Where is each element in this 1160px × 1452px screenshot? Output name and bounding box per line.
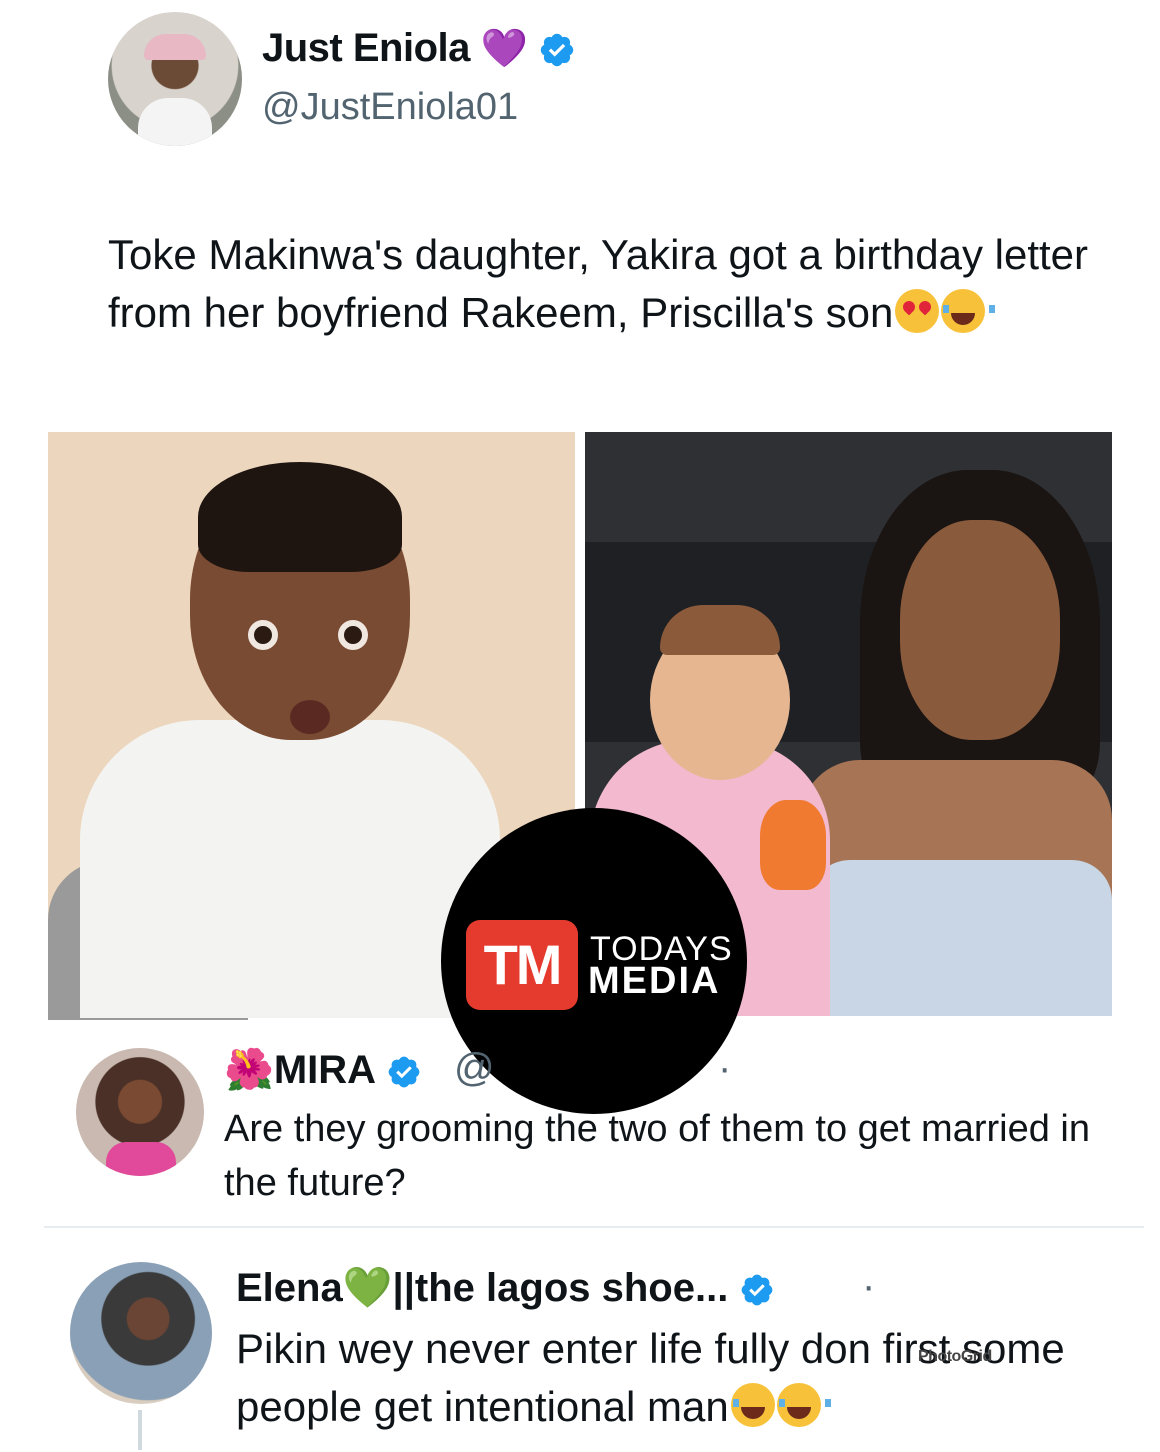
hibiscus-emoji: 🌺 <box>224 1048 274 1092</box>
reply2-separator-dot: · <box>862 1264 876 1308</box>
photo-boy-eye <box>248 620 278 650</box>
reply1-author-name[interactable]: 🌺MIRA <box>224 1046 422 1093</box>
photo-boy-eye <box>338 620 368 650</box>
photo-boy-hair <box>198 462 402 572</box>
main-tweet-text: Toke Makinwa's daughter, Yakira got a bi… <box>108 231 1089 336</box>
reply2-text: Pikin wey never enter life fully don fir… <box>236 1325 1065 1430</box>
photo-woman-dress <box>810 860 1112 1016</box>
reply2-author-name[interactable]: Elena💚||the lagos shoe... <box>236 1264 775 1311</box>
green-heart-emoji: 💚 <box>342 1266 393 1310</box>
reply1-author-handle[interactable]: @ <box>454 1046 495 1091</box>
reply-divider <box>44 1226 1144 1228</box>
tears-of-joy-emoji <box>730 1383 785 1427</box>
avatar-cap <box>144 34 206 60</box>
photo-boy-mouth <box>290 700 330 734</box>
reply1-avatar[interactable] <box>76 1048 204 1176</box>
watermark-badge: TM <box>466 920 578 1010</box>
thread-line <box>138 1410 142 1450</box>
photogrid-watermark: PhotoGrid <box>918 1348 992 1365</box>
main-author-handle[interactable]: @JustEniola01 <box>262 86 518 129</box>
tears-of-joy-emoji <box>941 289 996 333</box>
photo-girl-hair <box>660 605 780 655</box>
tears-of-joy-emoji <box>776 1383 831 1427</box>
verified-badge-icon <box>540 34 574 67</box>
purple-heart-emoji: 💜 <box>480 28 528 70</box>
main-author-name[interactable]: Just Eniola 💜 <box>262 26 576 71</box>
avatar-top <box>106 1142 176 1176</box>
photo-toy <box>760 800 826 890</box>
photo-woman-face <box>900 520 1060 740</box>
verified-badge-icon <box>388 1057 420 1088</box>
photo-boy-shirt <box>80 720 500 1018</box>
watermark-line2: MEDIA <box>588 960 721 1002</box>
main-author-avatar[interactable] <box>108 12 242 146</box>
reply1-separator-dot: · <box>718 1046 732 1090</box>
heart-eyes-emoji <box>895 289 940 333</box>
avatar-shirt <box>138 98 212 146</box>
verified-badge-icon <box>742 1275 773 1306</box>
reply2-avatar[interactable] <box>70 1262 212 1404</box>
reply1-text: Are they grooming the two of them to get… <box>224 1108 1090 1204</box>
